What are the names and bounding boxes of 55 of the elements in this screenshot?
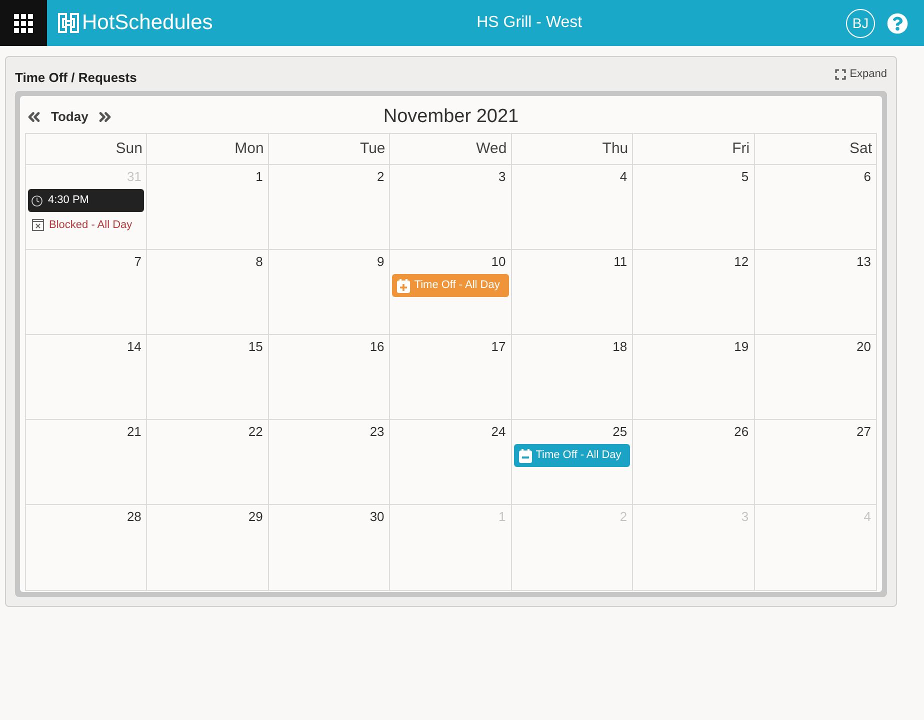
expand-icon — [834, 68, 846, 80]
app-menu-button[interactable] — [0, 0, 47, 46]
day-number: 5 — [741, 168, 750, 186]
day-number: 11 — [614, 253, 628, 271]
day-number: 18 — [612, 338, 628, 356]
day-number: 2 — [377, 168, 386, 186]
day-number: 22 — [248, 423, 264, 441]
day-number: 24 — [491, 423, 507, 441]
app-grid-icon[interactable] — [14, 14, 33, 32]
blocked-label[interactable]: Blocked - All Day — [49, 217, 132, 233]
day-number: 15 — [248, 338, 264, 356]
day-number: 19 — [734, 338, 750, 356]
day-number: 10 — [491, 253, 507, 271]
day-number: 30 — [370, 508, 386, 526]
day-number: 28 — [126, 508, 142, 526]
logo-icon — [58, 13, 79, 33]
day-number: 14 — [126, 338, 142, 356]
today-button[interactable]: Today — [51, 107, 88, 127]
day-number: 26 — [734, 423, 750, 441]
day-number: 8 — [256, 253, 264, 271]
day-number: 25 — [612, 423, 628, 441]
calendar-minus-icon — [518, 448, 532, 462]
weekday-header: Fri — [633, 134, 755, 165]
day-number: 9 — [377, 253, 386, 271]
month-title: November 2021 — [383, 104, 519, 129]
weekday-header: Thu — [512, 134, 634, 165]
day-number: 20 — [856, 338, 872, 356]
weekday-header: Tue — [268, 134, 390, 165]
shift-event[interactable]: 4:30 PM — [28, 189, 144, 212]
weekday-header: Mon — [147, 134, 269, 165]
expand-button[interactable]: Expand — [834, 67, 887, 81]
weekday-header: Sun — [26, 134, 148, 165]
app-name: HotSchedules — [82, 10, 213, 36]
location-name: HS Grill - West — [476, 13, 582, 33]
day-number: 4 — [620, 168, 628, 186]
clock-icon — [31, 194, 43, 206]
day-number: 7 — [134, 253, 142, 271]
day-number: 13 — [856, 253, 872, 271]
day-number: 17 — [491, 338, 507, 356]
day-number: 27 — [856, 423, 872, 441]
day-number: 3 — [498, 168, 507, 186]
time-off-event[interactable]: Time Off - All Day — [514, 444, 630, 467]
help-icon[interactable] — [887, 12, 908, 34]
panel-title: Time Off / Requests — [15, 70, 137, 86]
day-number: 23 — [370, 423, 386, 441]
calendar-plus-icon — [397, 278, 410, 292]
day-number: 1 — [256, 168, 264, 186]
day-number: 12 — [734, 253, 750, 271]
blocked-calendar-icon — [32, 219, 44, 231]
day-number: 6 — [864, 168, 872, 186]
weekday-header: Sat — [754, 134, 876, 165]
day-number: 29 — [248, 508, 264, 526]
weekday-header: Wed — [390, 134, 512, 165]
day-number: 21 — [126, 423, 142, 441]
day-number: 16 — [370, 338, 386, 356]
